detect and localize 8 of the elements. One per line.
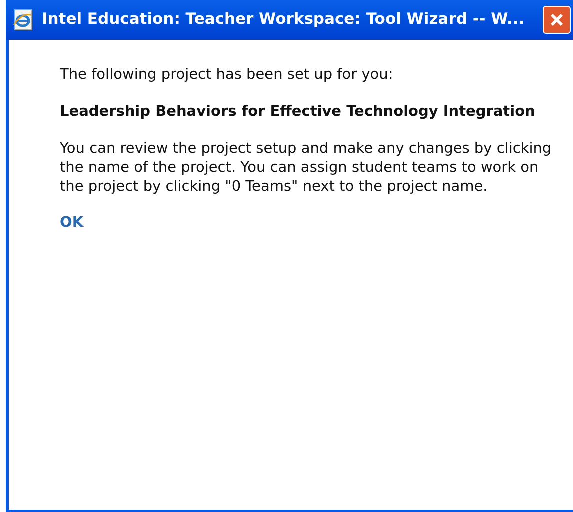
ok-link[interactable]: OK bbox=[60, 214, 84, 233]
project-name: Leadership Behaviors for Effective Technology Integration bbox=[60, 103, 536, 122]
close-button[interactable] bbox=[543, 6, 571, 34]
window-title: Intel Education: Teacher Workspace: Tool Wizard -- W... bbox=[42, 9, 526, 30]
browser-icon bbox=[12, 9, 34, 31]
intro-text: The following project has been set up for you: bbox=[60, 66, 394, 85]
message-text: You can review the project setup and make any changes by clicking the name of the project. You can assign student teams to work on the project by clicking "0 Teams" next to the project name. bbox=[60, 140, 553, 197]
close-icon bbox=[549, 12, 565, 28]
